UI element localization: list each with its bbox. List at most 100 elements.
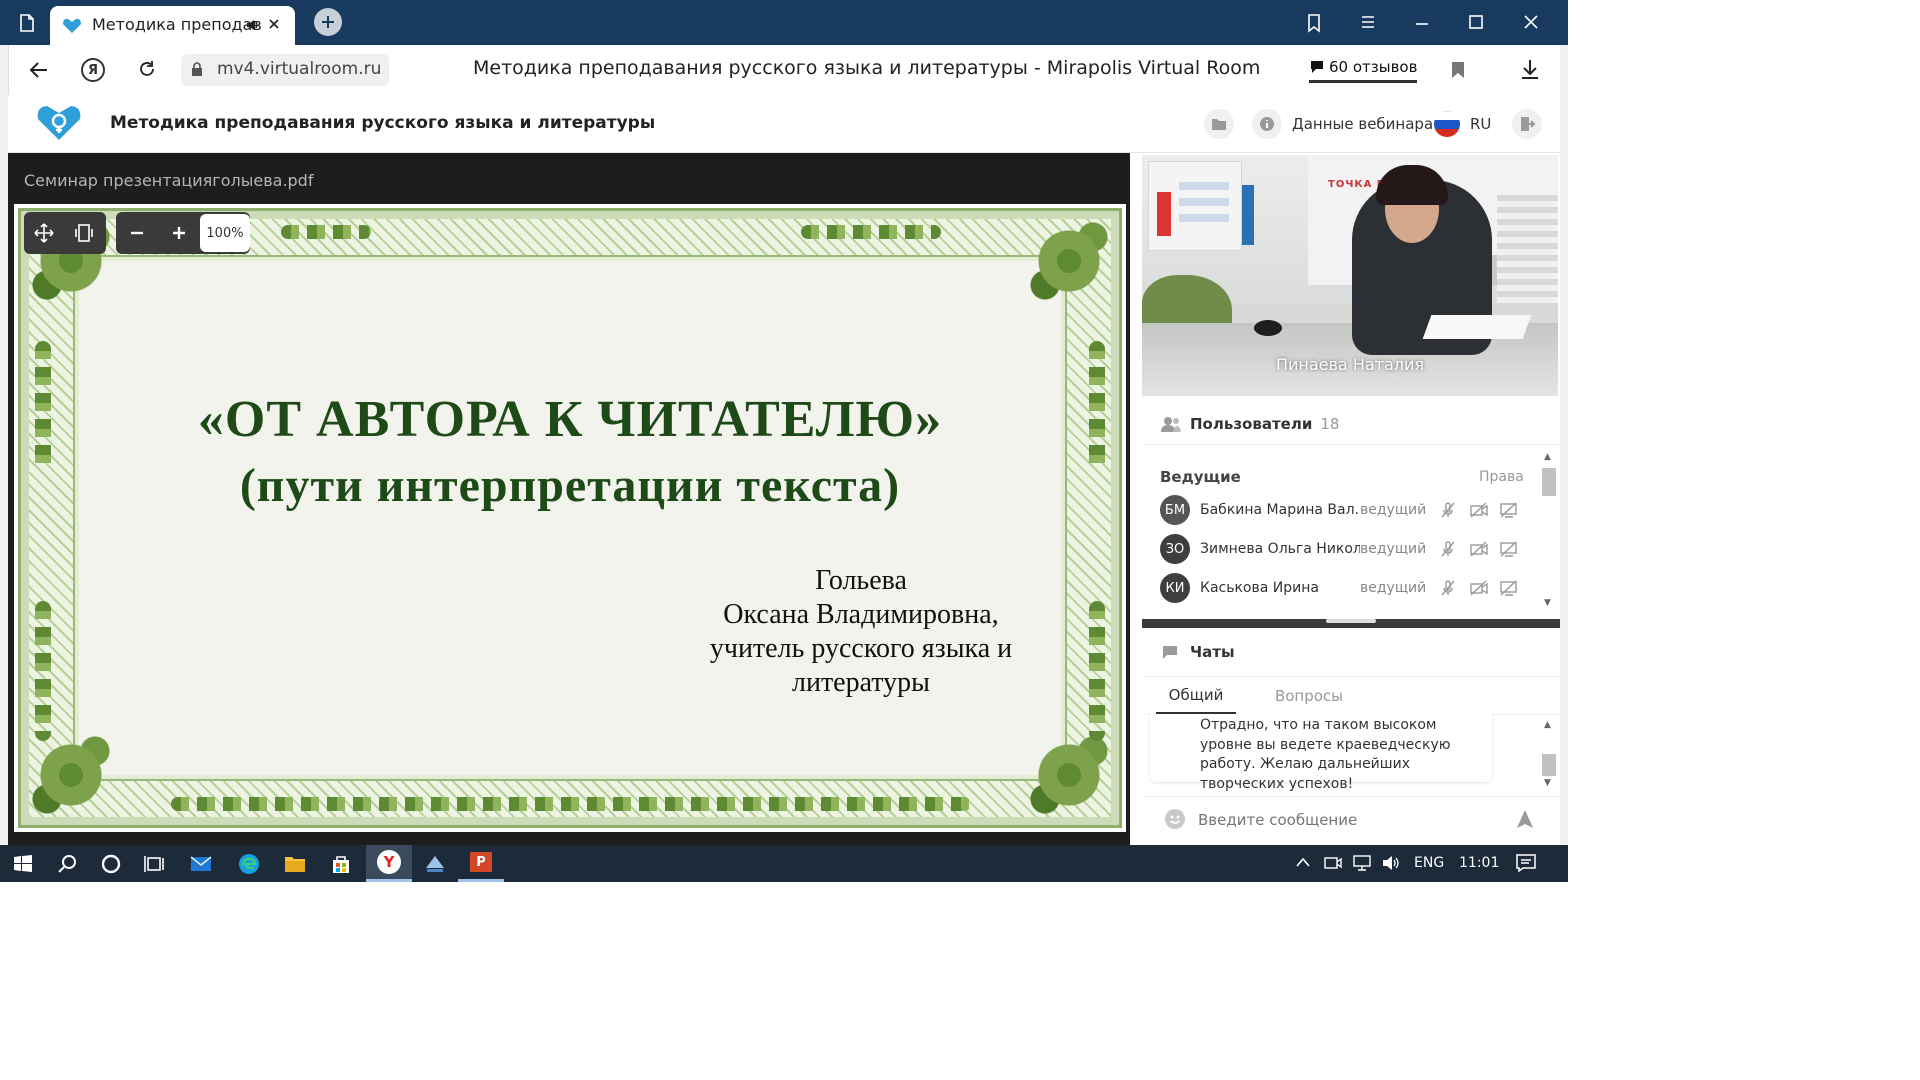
- store-icon: [333, 855, 349, 873]
- volume-icon[interactable]: [1382, 855, 1400, 871]
- page-icon[interactable]: [14, 10, 40, 36]
- zoom-out-button[interactable]: [116, 212, 158, 254]
- camera-off-icon[interactable]: [1470, 580, 1488, 596]
- author-line: Оксана Владимировна,: [723, 599, 999, 630]
- user-role: ведущий: [1360, 502, 1427, 518]
- minimize-icon[interactable]: [1415, 22, 1429, 26]
- send-icon[interactable]: [1516, 809, 1534, 829]
- input-language[interactable]: ENG: [1414, 855, 1444, 871]
- taskbar-store[interactable]: [318, 845, 364, 882]
- url-field[interactable]: mv4.virtualroom.ru: [181, 54, 389, 86]
- fit-page-button[interactable]: [64, 212, 104, 254]
- wall-poster: [1148, 161, 1242, 251]
- download-icon[interactable]: [1521, 59, 1539, 79]
- webinar-data-label: Данные вебинара: [1292, 115, 1434, 133]
- reload-icon[interactable]: [137, 59, 157, 79]
- taskbar-app[interactable]: [412, 845, 458, 882]
- start-button[interactable]: [0, 845, 46, 882]
- folder-button[interactable]: [1204, 109, 1234, 139]
- vine-top-right: [801, 225, 941, 239]
- folder-icon: [285, 856, 305, 872]
- window-edge-left: [0, 45, 8, 845]
- task-view-icon: [144, 855, 164, 872]
- zoom-in-button[interactable]: [158, 212, 200, 254]
- taskbar-yandex-browser[interactable]: Y: [366, 845, 412, 882]
- windows-logo-icon: [14, 854, 32, 872]
- user-row[interactable]: КИ Каськова Ирина ведущий: [1160, 571, 1518, 605]
- users-count: 18: [1320, 415, 1340, 433]
- menu-icon[interactable]: [1361, 15, 1375, 29]
- bookmark-icon[interactable]: [1451, 61, 1465, 79]
- panel-resize-handle[interactable]: [1134, 470, 1139, 522]
- windows-taskbar: Y P ENG 11:01: [0, 845, 1568, 882]
- mic-off-icon[interactable]: [1440, 580, 1456, 596]
- network-icon[interactable]: [1352, 855, 1372, 871]
- tab-general[interactable]: Общий: [1156, 678, 1236, 714]
- user-row[interactable]: БМ Бабкина Марина Вал... ведущий: [1160, 493, 1518, 527]
- tab-questions[interactable]: Вопросы: [1264, 678, 1354, 714]
- yandex-icon[interactable]: Я: [81, 58, 105, 82]
- webinar-data-button[interactable]: Данные вебинара: [1252, 109, 1433, 139]
- mic-off-icon[interactable]: [1440, 541, 1456, 557]
- chevron-up-icon[interactable]: [1296, 857, 1310, 867]
- avatar: ЗО: [1160, 534, 1190, 564]
- taskbar-mail[interactable]: [178, 845, 224, 882]
- speaker-icon[interactable]: [246, 19, 260, 31]
- panel-divider[interactable]: [1142, 619, 1560, 628]
- zoom-level[interactable]: 100%: [200, 214, 250, 252]
- comment-icon: [1311, 60, 1323, 73]
- reviews-count: 60 отзывов: [1329, 57, 1418, 76]
- users-header[interactable]: Пользователи 18: [1160, 414, 1339, 434]
- maximize-icon[interactable]: [1469, 15, 1483, 29]
- clock[interactable]: 11:01: [1459, 855, 1499, 871]
- task-view-button[interactable]: [132, 845, 178, 882]
- message-input[interactable]: [1198, 806, 1498, 834]
- zoom-controls: 100%: [116, 212, 250, 254]
- screen-off-icon[interactable]: [1500, 580, 1518, 596]
- taskbar-powerpoint[interactable]: P: [458, 845, 504, 882]
- back-arrow-icon[interactable]: [29, 61, 49, 79]
- collections-icon[interactable]: [1305, 13, 1323, 33]
- users-panel: Пользователи 18 Ведущие Права БМ Бабкина…: [1142, 400, 1560, 620]
- slide-author: Гольева Оксана Владимировна, учитель рус…: [696, 564, 1026, 700]
- chats-panel: Чаты Общий Вопросы Отрадно, что на таком…: [1142, 628, 1560, 845]
- language-selector[interactable]: RU: [1434, 109, 1491, 139]
- browser-tab-bar: Методика преподав: [0, 0, 1568, 45]
- emoji-icon[interactable]: [1164, 808, 1186, 830]
- cortana-button[interactable]: [88, 845, 134, 882]
- camera-off-icon[interactable]: [1470, 541, 1488, 557]
- notifications-icon[interactable]: [1516, 854, 1536, 872]
- chat-message-text: Отрадно, что на таком высоком уровне вы …: [1200, 717, 1451, 792]
- taskbar-explorer[interactable]: [272, 845, 318, 882]
- close-tab-icon[interactable]: [268, 18, 280, 30]
- user-name: Бабкина Марина Вал...: [1200, 502, 1360, 518]
- mirapolis-tab-icon: [63, 18, 81, 33]
- screen-off-icon[interactable]: [1500, 502, 1518, 518]
- lock-icon: [192, 62, 202, 76]
- users-scrollbar[interactable]: ▲ ▼: [1542, 452, 1556, 612]
- user-row[interactable]: ЗО Зимнева Ольга Никол... ведущий: [1160, 532, 1518, 566]
- exit-button[interactable]: [1512, 109, 1542, 139]
- camera-icon[interactable]: [1324, 855, 1342, 871]
- screen-off-icon[interactable]: [1500, 541, 1518, 557]
- mic-off-icon[interactable]: [1440, 502, 1456, 518]
- browser-tab-active[interactable]: Методика преподав: [50, 6, 295, 45]
- folder-icon: [1212, 118, 1226, 130]
- plus-icon: [322, 16, 334, 28]
- ornament-top-right: [1009, 201, 1129, 321]
- mail-icon: [190, 855, 212, 871]
- chats-header[interactable]: Чаты: [1162, 642, 1235, 662]
- russia-flag-icon: [1434, 111, 1460, 137]
- search-button[interactable]: [44, 845, 90, 882]
- close-window-icon[interactable]: [1524, 15, 1538, 29]
- yandex-browser-icon: Y: [377, 850, 401, 874]
- slide-title-line1: «ОТ АВТОРА К ЧИТАТЕЛЮ»: [197, 391, 943, 448]
- fit-width-button[interactable]: [24, 212, 64, 254]
- reviews-button[interactable]: 60 отзывов: [1309, 53, 1418, 83]
- taskbar-edge[interactable]: [226, 845, 272, 882]
- new-tab-button[interactable]: [314, 8, 342, 36]
- address-bar: Я mv4.virtualroom.ru Методика преподаван…: [8, 45, 1560, 95]
- chat-scrollbar[interactable]: ▲ ▼: [1542, 720, 1556, 790]
- exit-icon: [1521, 117, 1535, 131]
- camera-off-icon[interactable]: [1470, 502, 1488, 518]
